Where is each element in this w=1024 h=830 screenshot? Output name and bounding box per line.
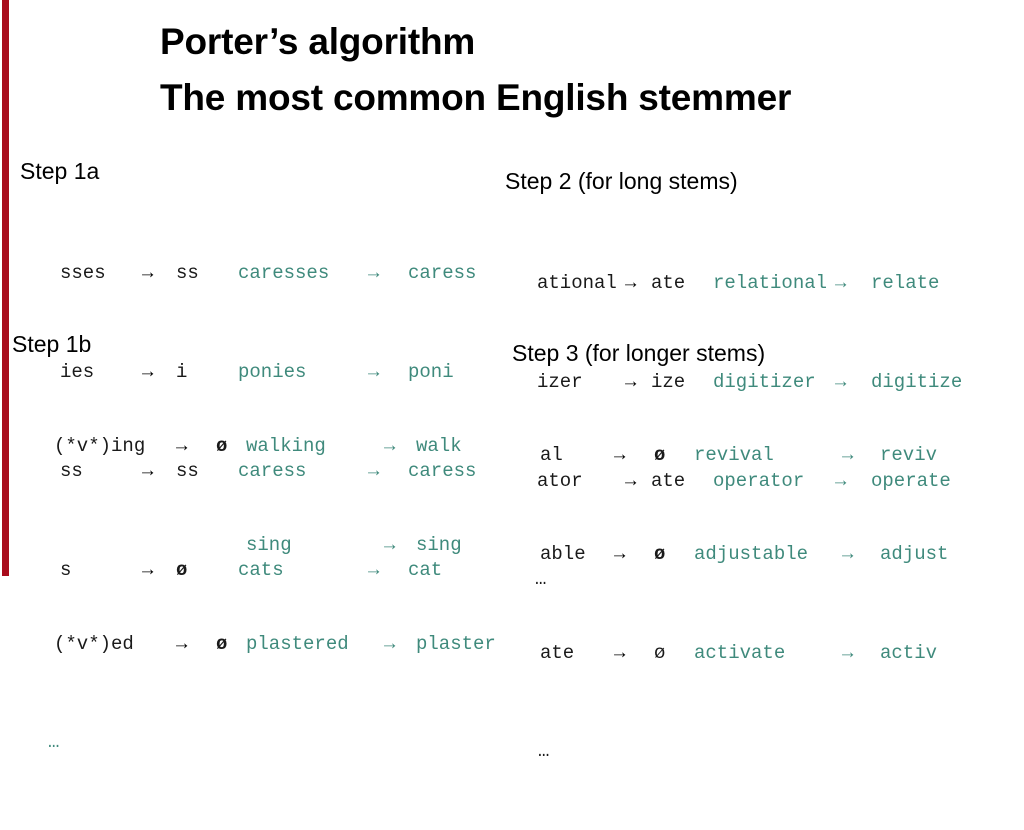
example-word: walking: [246, 435, 326, 457]
example-arrow-icon: →: [842, 543, 854, 565]
example-stem: relate: [871, 272, 940, 294]
example-arrow-icon: →: [384, 534, 396, 556]
rule-pattern: sses: [60, 262, 106, 284]
rule-result: ate: [651, 272, 686, 294]
rule-arrow-icon: →: [176, 633, 188, 655]
rule-result-null-icon: ø: [654, 444, 666, 466]
example-arrow-icon: →: [842, 444, 854, 466]
rule-row: (*v*)ing → ø walking → walk: [12, 430, 516, 463]
rule-pattern: al: [540, 444, 563, 466]
example-stem: plaster: [416, 633, 496, 655]
example-word: plastered: [246, 633, 349, 655]
example-word: caresses: [238, 262, 330, 284]
example-word: activate: [694, 642, 786, 664]
title-line-1: Porter’s algorithm: [160, 21, 476, 62]
example-arrow-icon: →: [368, 262, 380, 284]
rule-pattern: able: [540, 543, 586, 565]
rule-result-null-icon: ø: [654, 642, 666, 664]
rule-arrow-icon: →: [176, 435, 188, 457]
rule-row: sing → sing: [12, 529, 516, 562]
example-stem: adjust: [880, 543, 949, 565]
rule-pattern: (*v*)ing: [54, 435, 146, 457]
rule-arrow-icon: →: [614, 543, 626, 565]
section-step-1b: Step 1b (*v*)ing → ø walking → walk sing…: [12, 331, 516, 821]
example-arrow-icon: →: [842, 642, 854, 664]
step-1b-rules: (*v*)ing → ø walking → walk sing → sing …: [12, 364, 516, 821]
example-stem: walk: [416, 435, 462, 457]
step-3-ellipsis: …: [538, 740, 550, 762]
rule-arrow-icon: →: [614, 444, 626, 466]
rule-arrow-icon: →: [614, 642, 626, 664]
rule-row: able → ø adjustable → adjust: [512, 538, 980, 571]
rule-pattern: (*v*)ed: [54, 633, 134, 655]
rule-arrow-icon: →: [625, 272, 637, 294]
step-1a-heading: Step 1a: [20, 158, 100, 184]
step-2-heading: Step 2 (for long stems): [505, 168, 738, 194]
title-line-2: The most common English stemmer: [160, 77, 792, 118]
step-3-rules: al → ø revival → reviv able → ø adjustab…: [512, 373, 980, 830]
step-1b-heading: Step 1b: [12, 331, 92, 357]
example-stem: reviv: [880, 444, 938, 466]
rule-pattern: ate: [540, 642, 575, 664]
example-word: relational: [713, 272, 828, 294]
example-stem: activ: [880, 642, 938, 664]
rule-row: ate → ø activate → activ: [512, 637, 980, 670]
rule-row: sses → ss caresses → caress: [20, 257, 518, 290]
section-step-3: Step 3 (for longer stems) al → ø revival…: [512, 340, 980, 830]
example-word: revival: [694, 444, 774, 466]
example-arrow-icon: →: [384, 435, 396, 457]
step-1b-ellipsis: …: [48, 731, 60, 753]
left-accent-bar: [2, 0, 9, 576]
example-stem: sing: [416, 534, 462, 556]
rule-row: (*v*)ed → ø plastered → plaster: [12, 628, 516, 661]
rule-row: al → ø revival → reviv: [512, 439, 980, 472]
example-arrow-icon: →: [835, 272, 847, 294]
example-word: sing: [246, 534, 292, 556]
example-arrow-icon: →: [384, 633, 396, 655]
slide-title: Porter’s algorithm The most common Engli…: [160, 14, 1000, 126]
example-stem: caress: [408, 262, 477, 284]
rule-pattern: ational: [537, 272, 617, 294]
example-word: adjustable: [694, 543, 809, 565]
rule-arrow-icon: →: [142, 262, 154, 284]
rule-result-null-icon: ø: [216, 633, 228, 655]
rule-result-null-icon: ø: [216, 435, 228, 457]
step-3-heading: Step 3 (for longer stems): [512, 340, 766, 366]
slide-canvas: Porter’s algorithm The most common Engli…: [0, 0, 1024, 762]
rule-result-null-icon: ø: [654, 543, 666, 565]
rule-result: ss: [176, 262, 199, 284]
rule-row: ational → ate relational → relate: [505, 267, 981, 300]
